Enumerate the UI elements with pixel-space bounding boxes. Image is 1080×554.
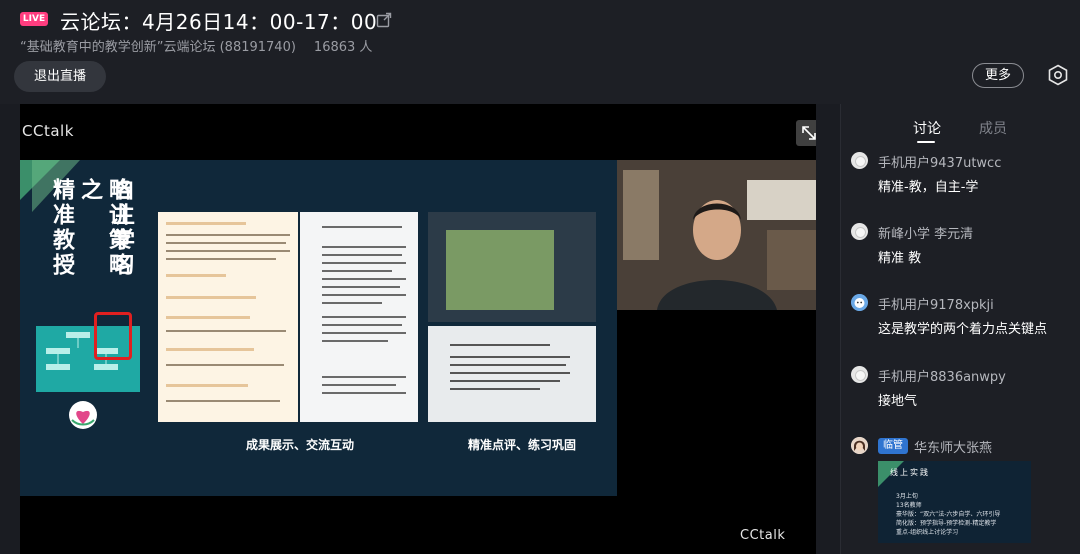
doc-line [450,344,550,346]
thumbnail-line: 3月上旬 [896,493,918,500]
chat-text: 精准-教，自主-学 [878,180,979,195]
highlight-box [94,312,132,360]
avatar[interactable] [851,223,868,240]
speaker-figure [617,160,816,310]
cctalk-logo: CCtalk [22,122,74,140]
speaker-webcam [617,160,816,310]
doc-line [322,384,396,386]
chat-screenshot-preview [300,212,418,422]
exercise-preview [428,326,596,422]
doc-line [322,246,406,248]
doc-line [450,356,570,358]
thumbnail-line: 13名教师 [896,502,922,509]
chat-username[interactable]: 手机用户9178xpkji [878,294,994,313]
doc-line [166,364,284,366]
slide-heading: 略讲策略 自主学习之 精准教授 [40,178,140,298]
thumbnail-line: 重点-组织线上讨论学习 [896,529,959,536]
chat-username[interactable]: 手机用户9437utwcc [878,152,1001,171]
chat-text: 接地气 [878,394,918,409]
tab-members[interactable]: 成员 [979,118,1007,138]
doc-line [450,372,570,374]
admin-badge: 临管 [878,438,908,454]
doc-line [166,222,246,225]
doc-line [450,364,566,366]
doc-line [166,348,254,351]
thumbnail-title: 线上实践 [890,468,930,477]
doc-line [166,330,286,332]
expand-icon [802,126,816,140]
shared-slide: 略讲策略 自主学习之 精准教授 成果展示、交流互动 精准点评、练习巩固 [20,160,617,496]
chat-image-thumbnail[interactable]: 线上实践 3月上旬 13名教师 豪华版：“双六”法-六步自学、六环引导 简化版：… [878,461,1031,543]
viewer-count: 16863 人 [313,40,373,55]
slide-caption-right: 精准点评、练习巩固 [468,438,577,452]
doc-line [322,262,406,264]
live-badge: LIVE [20,12,48,26]
active-tab-indicator [917,141,935,143]
avatar[interactable] [851,366,868,383]
doc-line [322,340,388,342]
avatar[interactable] [851,294,868,311]
doc-line [322,392,406,394]
chat-text: 这是教学的两个着力点关键点 [878,322,1048,337]
doc-line [166,250,290,252]
doc-line [322,286,400,288]
page-title: 云论坛：4月26日14：00-17：00 [60,10,378,34]
doc-line [322,332,406,334]
doc-line [322,324,402,326]
screen-share-image [446,230,554,310]
more-button[interactable]: 更多 [972,63,1024,88]
doc-line [450,380,560,382]
thumbnail-line: 豪华版：“双六”法-六步自学、六环引导 [896,511,1001,518]
avatar[interactable] [851,152,868,169]
chat-username[interactable]: 华东师大张燕 [914,437,992,456]
tab-discussion[interactable]: 讨论 [913,118,941,138]
doc-line [322,294,406,296]
doc-line [166,384,248,387]
doc-line [322,316,406,318]
thumbnail-line: 简化版：预学指导-预学检测-精定教学 [896,520,997,527]
top-bar: LIVE 云论坛：4月26日14：00-17：00 “基础教育中的教学创新”云端… [0,0,1080,104]
school-emblem [69,401,97,429]
doc-line [166,400,280,402]
document-preview-1 [158,212,298,422]
fullscreen-button[interactable] [796,120,816,146]
live-video[interactable]: CCtalk 略讲策略 自主学习之 精准教授 成果展示、交流互动 精准点评、练习… [20,104,816,554]
doc-line [322,270,392,272]
forum-info: “基础教育中的教学创新”云端论坛 (88191740) 16863 人 [20,36,372,55]
chat-username[interactable]: 新峰小学 李元清 [878,223,973,242]
slide-heading-col-2: 自主学习之 [77,178,135,278]
settings-icon[interactable] [1047,64,1069,86]
slide-caption-left: 成果展示、交流互动 [246,438,355,452]
share-link-icon[interactable] [376,12,392,28]
doc-line [166,242,286,244]
forum-name: “基础教育中的教学创新”云端论坛 (88191740) [20,40,296,55]
exit-live-button[interactable]: 退出直播 [14,61,106,92]
doc-line [322,302,382,304]
doc-line [166,234,290,236]
doc-line [166,274,226,277]
doc-line [322,376,406,378]
doc-line [166,258,276,260]
chat-username[interactable]: 手机用户8836anwpy [878,366,1006,385]
chat-text: 精准 教 [878,251,922,266]
avatar[interactable] [851,437,868,454]
screen-share-preview [428,212,596,322]
doc-line [322,254,402,256]
cctalk-watermark: CCtalk [740,528,786,543]
slide-heading-col-3: 精准教授 [49,178,75,278]
doc-line [450,388,540,390]
doc-line [322,278,406,280]
discussion-panel: 讨论 成员 手机用户9437utwcc 精准-教，自主-学 新峰小学 李元清 精… [840,104,1080,554]
doc-line [166,296,256,299]
doc-line [166,316,250,319]
doc-line [322,226,402,228]
